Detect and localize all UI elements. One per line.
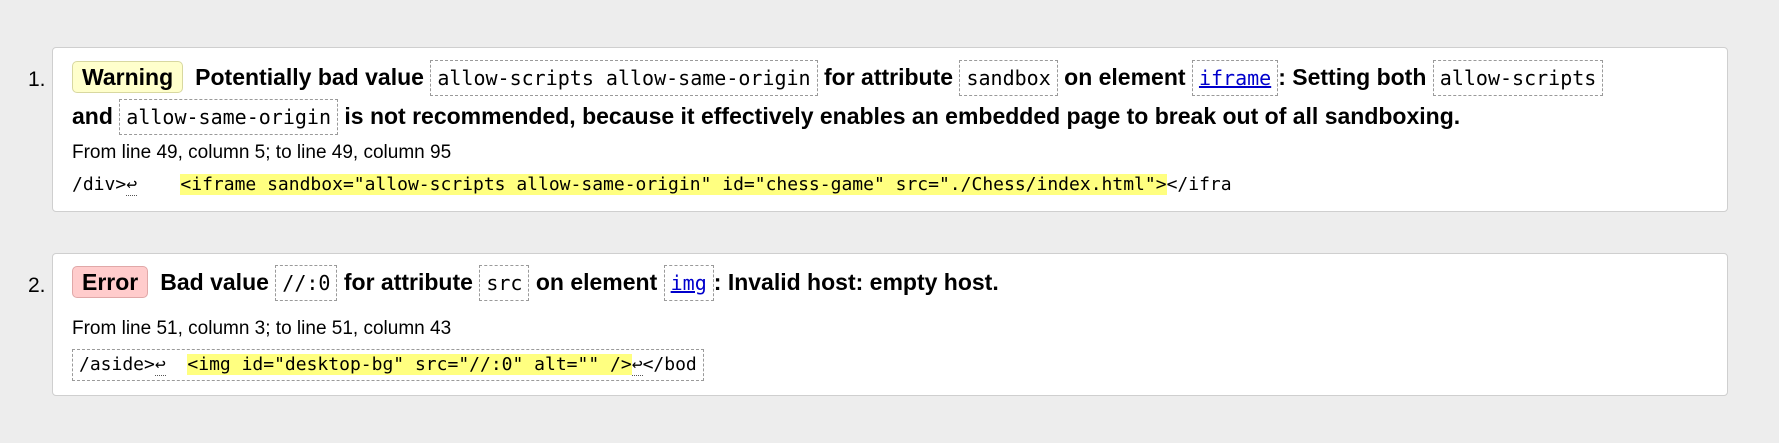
element-link-box: img — [663, 265, 714, 301]
return-icon: ↩ — [126, 174, 138, 196]
item-number: 1. — [28, 68, 46, 91]
source-extract: /aside>↩ <img id="desktop-bg" src="//:0"… — [72, 349, 704, 381]
error-badge: Error — [72, 265, 149, 298]
element-link[interactable]: img — [671, 271, 707, 295]
item-number: 2. — [28, 274, 46, 297]
return-icon: ↩ — [631, 354, 643, 376]
code-value: //:0 — [275, 265, 338, 301]
highlighted-code: <iframe sandbox="allow-scripts allow-sam… — [180, 174, 1167, 195]
code-attribute: sandbox — [959, 60, 1058, 96]
return-icon: ↩ — [154, 354, 166, 376]
message-text: Warning Potentially bad value allow-scrip… — [72, 55, 1715, 99]
source-extract: /div>↩ <iframe sandbox="allow-scripts al… — [72, 174, 1232, 196]
highlighted-code: <img id="desktop-bg" src="//:0" alt="" /… — [187, 354, 632, 375]
message-text: Error Bad value //:0 for attribute src on… — [72, 260, 1715, 304]
location-text: From line 49, column 5; to line 49, colu… — [72, 142, 452, 163]
warning-badge: Warning — [72, 60, 184, 93]
element-link-box: iframe — [1191, 60, 1279, 96]
code-attribute: src — [479, 265, 530, 301]
message-text-continued: and allow-same-origin is not recommended… — [72, 94, 1715, 138]
location-text: From line 51, column 3; to line 51, colu… — [72, 318, 452, 339]
code-value: allow-scripts allow-same-origin — [430, 60, 818, 96]
message-box: Warning Potentially bad value allow-scrip… — [52, 47, 1728, 212]
code-value: allow-scripts — [1432, 60, 1604, 96]
code-value: allow-same-origin — [119, 99, 338, 135]
message-box: Error Bad value //:0 for attribute src on… — [52, 253, 1728, 396]
element-link[interactable]: iframe — [1199, 66, 1271, 90]
